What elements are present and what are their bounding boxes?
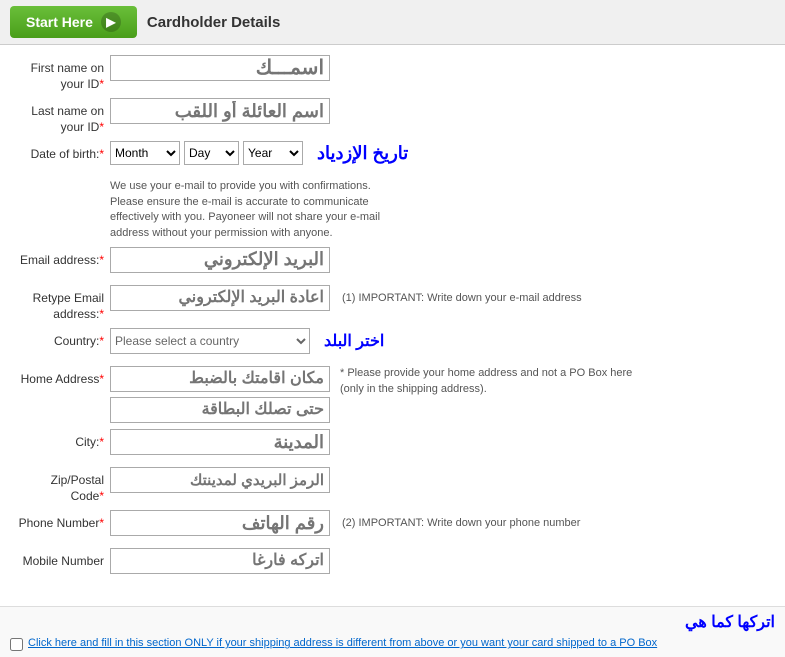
last-name-label: Last name on your ID* [15, 98, 110, 135]
retype-email-field: (1) IMPORTANT: Write down your e-mail ad… [110, 285, 770, 311]
phone-note: (2) IMPORTANT: Write down your phone num… [342, 517, 580, 529]
first-name-input[interactable] [110, 55, 330, 81]
first-name-label: First name on your ID* [15, 55, 110, 92]
page-title: Cardholder Details [147, 14, 280, 31]
home-address-note: * Please provide your home address and n… [340, 366, 640, 397]
city-row: City:* [15, 429, 770, 461]
zip-field [110, 467, 770, 493]
city-label: City:* [15, 429, 110, 451]
dob-month-select[interactable]: Month [110, 141, 180, 165]
last-name-row: Last name on your ID* [15, 98, 770, 135]
mobile-row: Mobile Number [15, 548, 770, 580]
email-info-text: We use your e-mail to provide you with c… [110, 179, 390, 241]
first-name-row: First name on your ID* [15, 55, 770, 92]
arrow-icon: ▶ [101, 12, 121, 32]
shipping-checkbox[interactable] [10, 638, 23, 651]
email-field [110, 247, 770, 273]
dob-row: Date of birth:* Month Day Year تاريخ الإ… [15, 141, 770, 173]
dob-arabic-label: تاريخ الإزدياد [317, 143, 408, 164]
email-input[interactable] [110, 247, 330, 273]
home-address-input-1[interactable] [110, 366, 330, 392]
mobile-label: Mobile Number [15, 548, 110, 570]
retype-email-note: (1) IMPORTANT: Write down your e-mail ad… [342, 292, 582, 304]
city-field [110, 429, 770, 455]
start-here-label: Start Here [26, 14, 93, 30]
email-row: Email address:* [15, 247, 770, 279]
retype-email-input[interactable] [110, 285, 330, 311]
phone-field: (2) IMPORTANT: Write down your phone num… [110, 510, 770, 536]
retype-email-label: Retype Email address:* [15, 285, 110, 322]
zip-label: Zip/Postal Code* [15, 467, 110, 504]
phone-label: Phone Number* [15, 510, 110, 532]
home-address-inputs [110, 366, 330, 423]
zip-input[interactable] [110, 467, 330, 493]
arabic-leave-label: اتركها كما هي [10, 612, 775, 632]
dob-selects: Month Day Year [110, 141, 303, 165]
checkbox-section: اتركها كما هي Click here and fill in thi… [0, 606, 785, 656]
zip-row: Zip/Postal Code* [15, 467, 770, 504]
last-name-input[interactable] [110, 98, 330, 124]
retype-email-row: Retype Email address:* (1) IMPORTANT: Wr… [15, 285, 770, 322]
first-name-field [110, 55, 770, 81]
start-here-button[interactable]: Start Here ▶ [10, 6, 137, 38]
last-name-field [110, 98, 770, 124]
dob-field: Month Day Year تاريخ الإزدياد [110, 141, 770, 165]
city-input[interactable] [110, 429, 330, 455]
home-address-block: Home Address* * Please provide your home… [15, 366, 770, 423]
main-form: First name on your ID* Last name on your… [0, 45, 785, 596]
page-header: Start Here ▶ Cardholder Details [0, 0, 785, 45]
phone-row: Phone Number* (2) IMPORTANT: Write down … [15, 510, 770, 542]
country-label: Country:* [15, 328, 110, 350]
email-label: Email address:* [15, 247, 110, 269]
dob-year-select[interactable]: Year [243, 141, 303, 165]
mobile-input[interactable] [110, 548, 330, 574]
phone-input[interactable] [110, 510, 330, 536]
dob-label: Date of birth:* [15, 141, 110, 163]
shipping-checkbox-label: Click here and fill in this section ONLY… [28, 636, 657, 651]
shipping-checkbox-row: Click here and fill in this section ONLY… [10, 636, 775, 651]
home-address-label: Home Address* [15, 366, 110, 388]
country-field: Please select a country اختر البلد [110, 328, 770, 354]
home-address-input-2[interactable] [110, 397, 330, 423]
country-arabic-label: اختر البلد [324, 331, 384, 351]
country-row: Country:* Please select a country اختر ا… [15, 328, 770, 360]
country-select[interactable]: Please select a country [110, 328, 310, 354]
dob-day-select[interactable]: Day [184, 141, 239, 165]
mobile-field [110, 548, 770, 574]
